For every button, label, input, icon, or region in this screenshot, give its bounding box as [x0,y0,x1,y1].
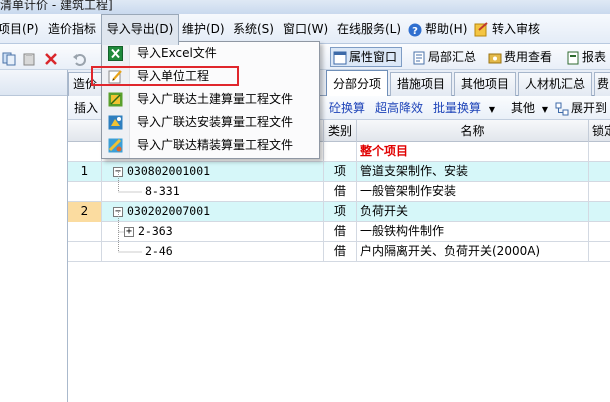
tab-measures[interactable]: 措施项目 [390,72,452,96]
row-number [68,142,102,162]
row-name: 户内隔离开关、负荷开关(2000A) [357,242,589,262]
menu-transfer-audit-label: 转入审核 [492,22,541,36]
local-summary-button[interactable]: 局部汇总 [412,47,476,67]
batch-convert-button[interactable]: 批量换算 ▼ [433,96,495,120]
row-name: 负荷开关 [357,202,589,222]
menu-window[interactable]: 窗口(W) [283,14,328,44]
glodon-decoration-icon [108,138,123,153]
menu-item-import-glodon-civil[interactable]: 导入广联达土建算量工程文件 [102,88,319,111]
items-grid: 类别 名称 锁定 整个项目 1 −030802001001 项 管道支架制作、安… [68,120,610,402]
overheight-reduction-button[interactable]: 超高降效 [375,96,423,120]
highlight-annotation-box [91,66,239,86]
menu-bar: 项目(P) 造价指标 导入导出(D) 维护(D) 系统(S) 窗口(W) 在线服… [0,14,610,45]
tab-fees[interactable]: 费 [594,72,610,96]
menu-help-label: 帮助(H) [425,22,468,36]
tab-other-items[interactable]: 其他项目 [454,72,516,96]
help-icon: ? [408,23,422,37]
left-pane-header [0,70,67,96]
menu-item-import-glodon-decoration[interactable]: 导入广联达精装算量工程文件 [102,134,319,157]
fee-view-icon [488,53,502,63]
tree-lines [118,172,142,253]
menu-item-label: 导入广联达精装算量工程文件 [137,138,294,152]
undo-icon[interactable] [72,49,86,69]
menu-item-label: 导入广联达土建算量工程文件 [137,92,294,106]
row-number [68,182,102,202]
summary-icon [413,51,425,64]
batch-convert-label: 批量换算 [433,101,482,115]
menu-item-label: 导入Excel文件 [137,46,217,60]
menu-system[interactable]: 系统(S) [233,14,274,44]
header-number [68,120,102,142]
attribute-window-label: 属性窗口 [349,50,398,64]
report-label: 报表 [582,50,607,64]
expand-tree-icon [555,102,569,115]
report-icon [567,51,579,64]
tab-sub-items[interactable]: 分部分项 [326,70,388,97]
insert-button[interactable]: 插入 [74,96,98,120]
row-name: 管道支架制作、安装 [357,162,589,182]
title-bar: 清单计价 - 建筑工程] [0,0,610,14]
other-button[interactable]: 其他 ▼ [511,96,548,120]
row-name: 整个项目 [357,142,589,162]
delete-icon[interactable] [44,49,58,69]
menu-transfer-audit[interactable]: 转入审核 [474,14,540,44]
row-number: 1 [68,162,102,182]
row-type: 借 [324,222,357,242]
glodon-civil-icon [108,92,123,107]
copy-icon[interactable] [2,49,16,69]
menu-item-import-glodon-install[interactable]: 导入广联达安装算量工程文件 [102,111,319,134]
glodon-install-icon [108,115,123,130]
expand-to-button[interactable]: 展开到 [555,96,607,120]
menu-maintenance[interactable]: 维护(D) [182,14,225,44]
menu-item-import-excel[interactable]: 导入Excel文件 [102,42,319,65]
menu-project[interactable]: 项目(P) [0,14,39,44]
paste-icon[interactable] [22,49,36,69]
left-pane [0,70,68,402]
row-number [68,222,102,242]
row-type: 项 [324,202,357,222]
menu-online-service[interactable]: 在线服务(L) [337,14,401,44]
row-number: 2 [68,202,102,222]
concrete-convert-button[interactable]: 砼换算 [329,96,365,120]
batch-convert-dropdown-icon: ▼ [488,105,495,114]
expand-to-label: 展开到 [571,101,608,115]
header-lock[interactable]: 锁定 [589,120,610,142]
svg-text:?: ? [412,26,418,37]
menu-help[interactable]: ? 帮助(H) [408,14,467,44]
header-name[interactable]: 名称 [357,120,589,142]
row-name: 一般铁构件制作 [357,222,589,242]
audit-icon [474,22,488,37]
row-name: 一般管架制作安装 [357,182,589,202]
tab-labor-material-summary[interactable]: 人材机汇总 [518,72,592,96]
row-type: 借 [324,242,357,262]
attribute-window-button[interactable]: 属性窗口 [330,47,403,67]
attribute-window-icon [333,51,347,64]
fee-view-label: 费用查看 [504,50,553,64]
row-type: 借 [324,182,357,202]
report-button[interactable]: 报表 [566,47,606,67]
row-number [68,242,102,262]
menu-cost-index[interactable]: 造价指标 [48,14,96,44]
menu-item-label: 导入广联达安装算量工程文件 [137,115,294,129]
header-type[interactable]: 类别 [324,120,357,142]
excel-icon [108,46,123,61]
row-type [324,142,357,162]
local-summary-label: 局部汇总 [428,50,477,64]
other-label: 其他 [511,101,536,115]
import-export-menu: 导入Excel文件 导入单位工程 导入广联达土建算量工程文件 导入广联达安装算量… [101,41,320,159]
menu-import-export[interactable]: 导入导出(D) [101,14,179,45]
fee-view-button[interactable]: 费用查看 [488,47,552,67]
window-title: 清单计价 - 建筑工程] [0,0,113,12]
row-type: 项 [324,162,357,182]
other-dropdown-icon: ▼ [541,105,548,114]
